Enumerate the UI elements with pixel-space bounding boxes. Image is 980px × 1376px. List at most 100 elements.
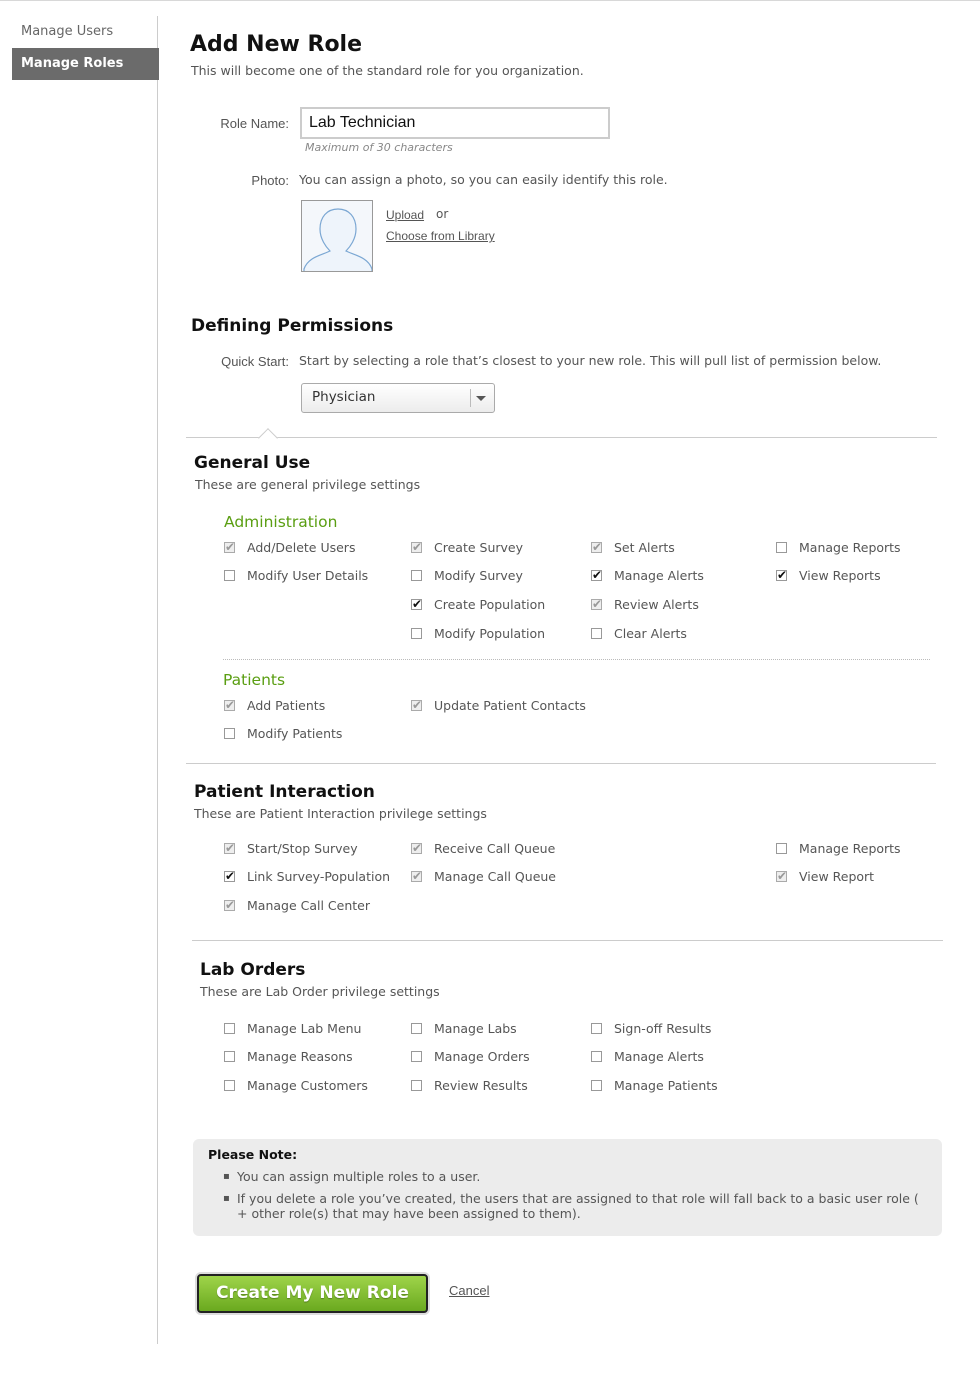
checkbox-box[interactable]	[591, 1080, 602, 1091]
checkbox-box[interactable]	[224, 1023, 235, 1034]
permission-checkbox[interactable]: Set Alerts	[591, 539, 675, 555]
permission-checkbox[interactable]: Modify Population	[411, 626, 545, 641]
checkbox-label: Manage Patients	[614, 1078, 718, 1093]
checkbox-box[interactable]	[411, 539, 422, 555]
checkbox-box[interactable]	[411, 1051, 422, 1062]
checkbox-box[interactable]	[591, 1051, 602, 1062]
permission-checkbox[interactable]: Create Population	[411, 596, 546, 612]
sidebar-item-manage-roles[interactable]: Manage Roles	[12, 48, 159, 80]
checkbox-box[interactable]	[224, 897, 235, 913]
choose-from-library-link[interactable]: Choose from Library	[386, 229, 495, 243]
checkbox-box[interactable]	[224, 728, 235, 739]
permission-checkbox[interactable]: Manage Call Queue	[411, 868, 556, 884]
upload-link[interactable]: Upload	[386, 208, 424, 222]
permission-checkbox[interactable]: Start/Stop Survey	[224, 840, 358, 856]
checkbox-box[interactable]	[411, 570, 422, 581]
checkbox-box[interactable]	[591, 596, 602, 612]
permission-checkbox[interactable]: Manage Orders	[411, 1049, 530, 1064]
checkbox-box[interactable]	[224, 840, 235, 856]
section-divider	[186, 437, 937, 438]
checkbox-box[interactable]	[776, 843, 787, 854]
permission-checkbox[interactable]: Modify Survey	[411, 568, 523, 583]
checkbox-label: Start/Stop Survey	[247, 841, 358, 856]
checkbox-label: Update Patient Contacts	[434, 698, 586, 713]
checkbox-box[interactable]	[224, 539, 235, 555]
checkbox-label: Manage Labs	[434, 1021, 517, 1036]
note-item: ▪ You can assign multiple roles to a use…	[208, 1169, 927, 1184]
permission-checkbox[interactable]: Manage Reasons	[224, 1049, 353, 1064]
checkbox-label: Review Results	[434, 1078, 528, 1093]
permission-checkbox[interactable]: Manage Reports	[776, 841, 901, 856]
permission-checkbox[interactable]: Manage Customers	[224, 1078, 368, 1093]
cancel-link[interactable]: Cancel	[449, 1283, 489, 1298]
permission-checkbox[interactable]: Manage Alerts	[591, 567, 704, 583]
checkbox-box[interactable]	[411, 628, 422, 639]
quick-start-role-select[interactable]: Physician	[301, 383, 495, 413]
sidebar-item-manage-users[interactable]: Manage Users	[12, 16, 159, 48]
permission-checkbox[interactable]: Link Survey-Population	[224, 868, 390, 884]
permission-checkbox[interactable]: Update Patient Contacts	[411, 697, 586, 713]
person-silhouette-icon	[303, 208, 372, 271]
checkbox-box[interactable]	[591, 628, 602, 639]
permission-checkbox[interactable]: Add/Delete Users	[224, 539, 356, 555]
checkbox-label: Modify Patients	[247, 726, 343, 741]
permission-checkbox[interactable]: Receive Call Queue	[411, 840, 556, 856]
permission-checkbox[interactable]: Sign-off Results	[591, 1021, 711, 1036]
checkbox-label: Create Population	[434, 597, 546, 612]
checkbox-box[interactable]	[411, 697, 422, 713]
checkbox-box[interactable]	[411, 840, 422, 856]
permission-checkbox[interactable]: Review Results	[411, 1078, 528, 1093]
checkbox-box[interactable]	[411, 596, 422, 612]
permission-checkbox[interactable]: Clear Alerts	[591, 626, 687, 641]
checkbox-box[interactable]	[224, 1080, 235, 1091]
note-box: Please Note: ▪ You can assign multiple r…	[193, 1139, 942, 1236]
chevron-down-icon	[476, 396, 486, 401]
checkbox-label: Manage Alerts	[614, 568, 704, 583]
permission-checkbox[interactable]: View Reports	[776, 567, 881, 583]
role-name-input[interactable]	[300, 107, 610, 139]
checkbox-box[interactable]	[224, 570, 235, 581]
quick-start-label: Quick Start:	[221, 354, 289, 369]
general-use-subtitle: These are general privilege settings	[195, 477, 421, 492]
checkbox-box[interactable]	[224, 697, 235, 713]
permission-checkbox[interactable]: View Report	[776, 868, 874, 884]
checkbox-box[interactable]	[591, 1023, 602, 1034]
permission-checkbox[interactable]: Modify Patients	[224, 726, 342, 741]
permission-checkbox[interactable]: Modify User Details	[224, 568, 368, 583]
checkbox-box[interactable]	[776, 868, 787, 884]
checkbox-box[interactable]	[591, 539, 602, 555]
permission-checkbox[interactable]: Manage Call Center	[224, 897, 370, 913]
create-role-button[interactable]: Create My New Role	[197, 1274, 428, 1313]
checkbox-box[interactable]	[411, 1023, 422, 1034]
permission-checkbox[interactable]: Manage Alerts	[591, 1049, 704, 1064]
checkbox-box[interactable]	[224, 1051, 235, 1062]
checkbox-box[interactable]	[776, 542, 787, 553]
permission-checkbox[interactable]: Manage Patients	[591, 1078, 718, 1093]
page-title: Add New Role	[190, 32, 363, 57]
checkbox-label: Sign-off Results	[614, 1021, 712, 1036]
photo-label: Photo:	[251, 173, 289, 188]
permission-checkbox[interactable]: Manage Lab Menu	[224, 1021, 361, 1036]
checkbox-box[interactable]	[411, 1080, 422, 1091]
selected-role: Physician	[312, 389, 376, 405]
checkbox-label: Receive Call Queue	[434, 841, 556, 856]
checkbox-box[interactable]	[224, 868, 235, 884]
permission-checkbox[interactable]: Manage Labs	[411, 1021, 517, 1036]
checkbox-label: Manage Reasons	[247, 1049, 353, 1064]
permission-checkbox[interactable]: Create Survey	[411, 539, 523, 555]
checkbox-label: Modify User Details	[247, 568, 369, 583]
administration-title: Administration	[224, 513, 338, 531]
section-divider	[186, 763, 936, 764]
checkbox-label: Add Patients	[247, 698, 326, 713]
sidebar: Manage Users Manage Roles	[0, 16, 159, 1344]
checkbox-label: Add/Delete Users	[247, 540, 356, 555]
role-photo-placeholder[interactable]	[301, 200, 373, 272]
checkbox-box[interactable]	[411, 868, 422, 884]
permission-checkbox[interactable]: Add Patients	[224, 697, 326, 713]
checkbox-box[interactable]	[591, 567, 602, 583]
permission-checkbox[interactable]: Manage Reports	[776, 540, 901, 555]
checkbox-label: Manage Reports	[799, 841, 901, 856]
section-pointer	[258, 428, 278, 448]
checkbox-box[interactable]	[776, 567, 787, 583]
permission-checkbox[interactable]: Review Alerts	[591, 596, 699, 612]
